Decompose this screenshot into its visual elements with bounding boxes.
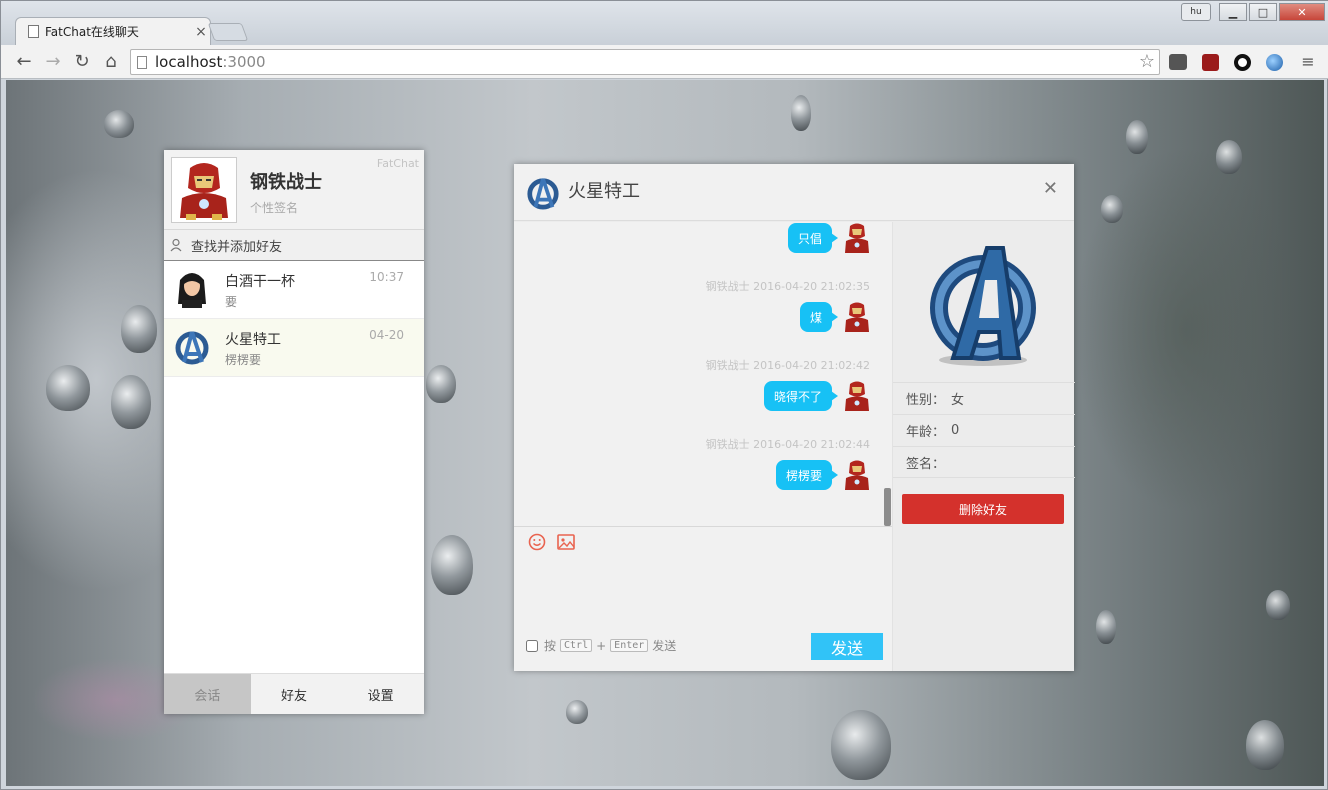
gender-value: 女 [951, 393, 965, 408]
gender-row: 性别： 女 [893, 382, 1075, 414]
tab-settings[interactable]: 设置 [337, 674, 424, 714]
delete-friend-button[interactable]: 删除好友 [902, 494, 1064, 524]
emoji-icon[interactable] [528, 533, 546, 551]
tab-title: FatChat在线聊天 [45, 25, 139, 39]
signature-label: 签名： [906, 456, 946, 472]
ironman-avatar-icon [845, 381, 869, 411]
chat-header: 火星特工 ✕ [514, 164, 1074, 221]
app-brand: FatChat [376, 157, 419, 170]
avengers-avatar-icon [527, 178, 559, 210]
signature-row: 签名： [893, 446, 1075, 478]
conversation-time: 04-20 [369, 328, 404, 342]
ironman-avatar-icon [845, 223, 869, 253]
ironman-avatar-icon [845, 460, 869, 490]
url-host: localhost [155, 53, 223, 71]
my-avatar[interactable] [171, 157, 237, 223]
new-tab-button[interactable] [207, 23, 249, 41]
bottom-tabs: 会话 好友 设置 [164, 673, 424, 714]
avengers-avatar-icon [175, 331, 209, 365]
chat-window: 火星特工 ✕ 只倡 钢铁战士 2016-04-20 21:02:35 煤 钢铁战… [514, 164, 1075, 671]
extension-ring-icon[interactable] [1234, 54, 1251, 71]
page-info-icon[interactable] [137, 55, 147, 69]
menu-icon[interactable]: ≡ [1297, 51, 1319, 73]
message-bubble: 楞楞要 [775, 460, 839, 490]
window-controls: hu ▁ □ ✕ [1181, 3, 1325, 21]
profile-header: FatChat 钢铁战士 个性签名 [164, 150, 424, 230]
key-enter: Enter [610, 639, 649, 652]
minimize-icon[interactable]: ▁ [1219, 3, 1247, 21]
close-chat-icon[interactable]: ✕ [1043, 178, 1058, 199]
page-icon [28, 25, 39, 38]
conversation-time: 10:37 [369, 270, 404, 284]
send-shortcut-hint: 按 Ctrl + Enter 发送 [526, 637, 676, 654]
conversation-last-message: 楞楞要 [225, 353, 262, 367]
ironman-avatar-icon [172, 158, 236, 222]
hint-send: 发送 [652, 639, 677, 653]
gender-label: 性别： [906, 393, 946, 408]
address-bar[interactable]: localhost :3000 ☆ [130, 49, 1160, 75]
conversation-item[interactable]: 白酒干一杯 要 10:37 [164, 261, 424, 319]
close-window-icon[interactable]: ✕ [1279, 3, 1325, 21]
chat-title: 火星特工 [568, 181, 640, 202]
contacts-panel: FatChat 钢铁战士 个性签名 查找并添加好友 白酒干一杯 要 10:37 … [164, 150, 424, 714]
add-friend-label: 查找并添加好友 [191, 239, 283, 255]
ublock-icon[interactable] [1202, 54, 1219, 71]
pocket-icon[interactable] [1169, 54, 1187, 70]
image-upload-icon[interactable] [557, 534, 575, 550]
maximize-icon[interactable]: □ [1249, 3, 1277, 21]
message-meta: 钢铁战士 2016-04-20 21:02:44 [705, 438, 870, 451]
hint-press: 按 [544, 639, 557, 653]
tab-strip: FatChat在线聊天 × hu ▁ □ ✕ [1, 1, 1328, 45]
message-scrollbar[interactable] [884, 488, 891, 526]
black-widow-avatar-icon [178, 273, 206, 308]
message-list[interactable]: 只倡 钢铁战士 2016-04-20 21:02:35 煤 钢铁战士 2016-… [514, 222, 892, 526]
message-bubble: 煤 [799, 302, 839, 332]
send-button[interactable]: 发送 [811, 633, 883, 660]
user-search-icon [170, 238, 182, 252]
age-value: 0 [951, 423, 960, 438]
close-tab-icon[interactable]: × [192, 24, 210, 40]
reload-icon[interactable]: ↻ [71, 51, 93, 73]
browser-tab[interactable]: FatChat在线聊天 × [15, 17, 211, 45]
age-label: 年龄： [906, 425, 946, 440]
ironman-avatar-icon [845, 302, 869, 332]
message-composer[interactable]: 按 Ctrl + Enter 发送 发送 [514, 526, 892, 671]
back-icon[interactable]: ← [13, 51, 35, 73]
avengers-logo-icon [930, 246, 1036, 366]
conversation-last-message: 要 [225, 295, 238, 309]
hint-plus: + [596, 638, 607, 653]
profile-button[interactable]: hu [1181, 3, 1211, 21]
my-name: 钢铁战士 [250, 172, 322, 193]
conversation-name: 火星特工 [225, 332, 281, 348]
add-friend-search[interactable]: 查找并添加好友 [164, 230, 424, 261]
home-icon[interactable]: ⌂ [100, 51, 122, 73]
my-signature[interactable]: 个性签名 [250, 199, 298, 216]
key-ctrl: Ctrl [560, 639, 593, 652]
url-port: :3000 [222, 53, 266, 71]
friend-profile: 性别： 女 年龄： 0 签名： 删除好友 [892, 222, 1075, 671]
message-bubble: 晓得不了 [763, 381, 839, 411]
forward-icon[interactable]: → [42, 51, 64, 73]
message-bubble: 只倡 [787, 223, 839, 253]
tab-friends[interactable]: 好友 [251, 674, 338, 714]
ctrl-enter-checkbox[interactable] [526, 639, 538, 652]
browser-toolbar: ← → ↻ ⌂ localhost :3000 ☆ ≡ [1, 45, 1328, 79]
bookmark-star-icon[interactable]: ☆ [1139, 51, 1155, 72]
age-row: 年龄： 0 [893, 414, 1075, 446]
globe-icon[interactable] [1266, 54, 1283, 71]
message-meta: 钢铁战士 2016-04-20 21:02:35 [705, 280, 870, 293]
tab-sessions[interactable]: 会话 [164, 674, 251, 714]
conversation-item[interactable]: 火星特工 楞楞要 04-20 [164, 319, 424, 377]
message-meta: 钢铁战士 2016-04-20 21:02:42 [705, 359, 870, 372]
conversation-name: 白酒干一杯 [225, 274, 295, 290]
